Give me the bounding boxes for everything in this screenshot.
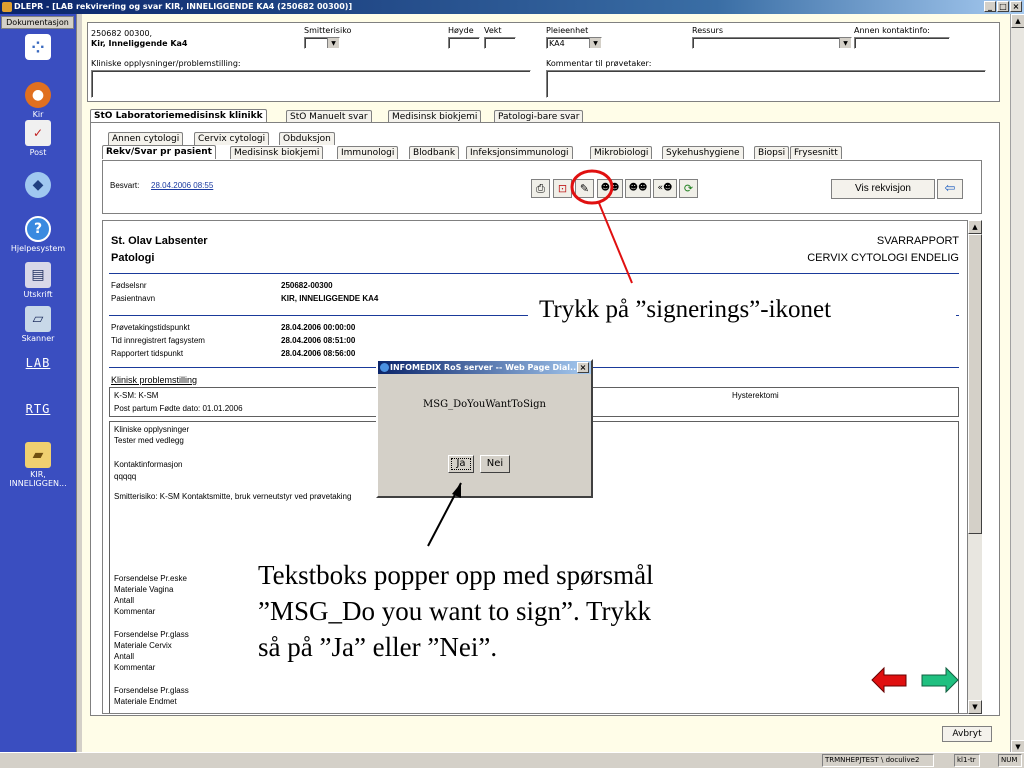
- status-host: kl1-tr: [954, 754, 980, 767]
- green-right-arrow-icon[interactable]: [921, 666, 959, 694]
- status-user: TRMNHEPJTEST \ doculive2: [822, 754, 934, 767]
- callout-line-2: ”MSG_Do you want to sign”. Trykk: [258, 596, 652, 626]
- callout-dialog-text: Tekstboks popper opp med spørsmål ”MSG_D…: [248, 554, 778, 680]
- highlight-circle: [570, 169, 614, 205]
- callout-line-3: så på ”Ja” eller ”Nei”.: [258, 632, 498, 662]
- red-left-arrow-icon[interactable]: [871, 666, 907, 694]
- status-bar: TRMNHEPJTEST \ doculive2 kl1-tr NUM: [0, 752, 1024, 768]
- status-num: NUM: [998, 754, 1022, 767]
- callout-line-1: Tekstboks popper opp med spørsmål: [258, 560, 654, 590]
- callout-sign-icon: Trykk på ”signerings”-ikonet: [528, 292, 956, 330]
- callout-line: [598, 202, 633, 284]
